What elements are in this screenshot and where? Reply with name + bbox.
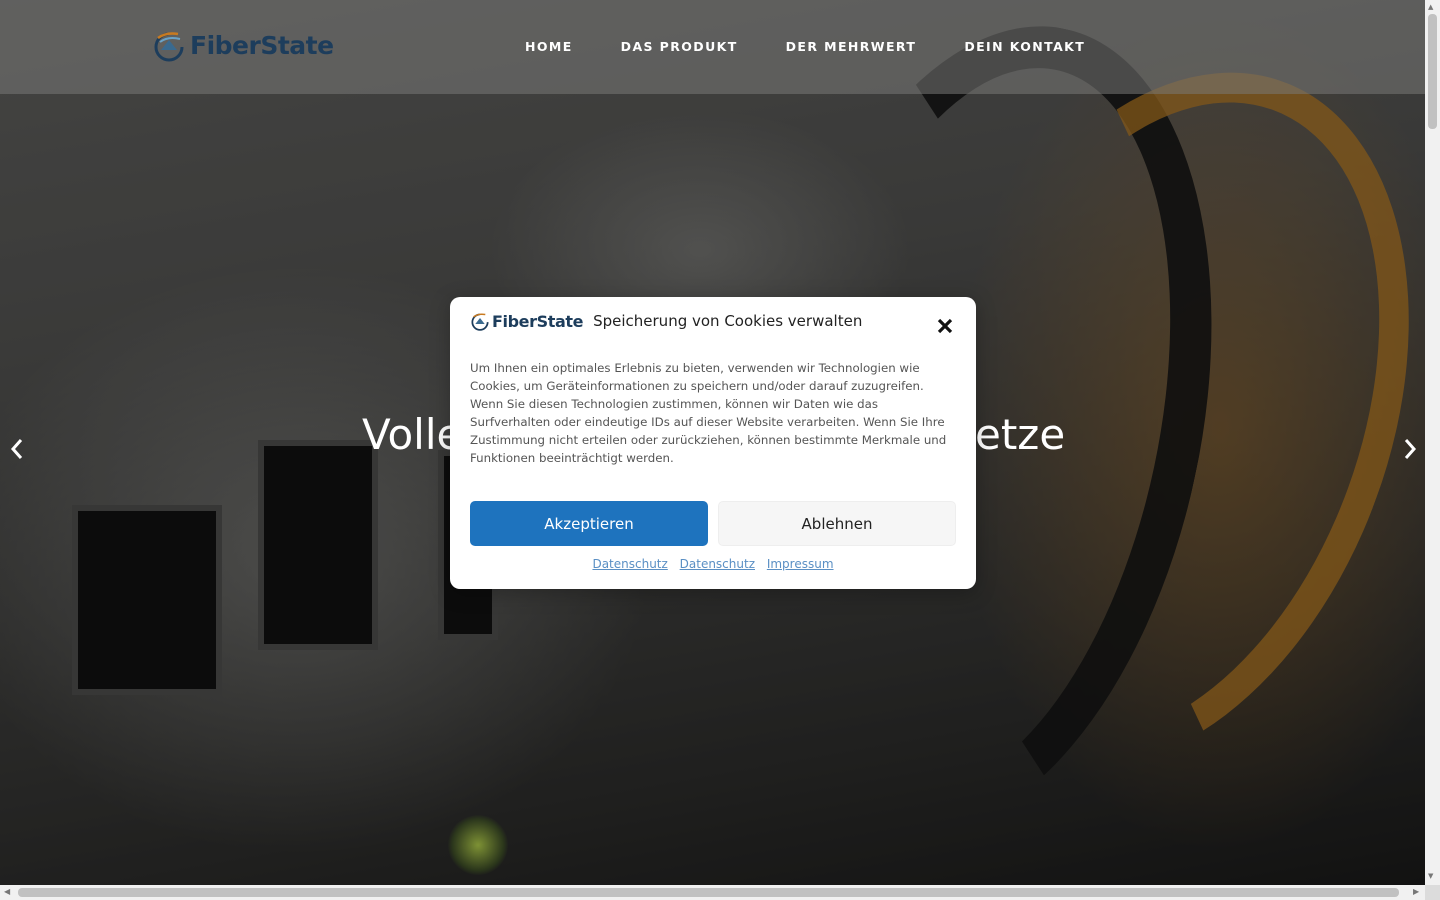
brand-name: FiberState	[190, 30, 334, 60]
accept-button[interactable]: Akzeptieren	[470, 501, 708, 546]
vertical-scroll-thumb[interactable]	[1428, 14, 1437, 129]
site-logo[interactable]: FiberState	[152, 28, 334, 62]
scroll-right-icon[interactable]: ▶	[1413, 887, 1419, 896]
hero-headline-right: etze	[975, 410, 1066, 459]
slider-next-button[interactable]	[1398, 436, 1422, 462]
fiberstate-logo-icon	[154, 32, 184, 62]
link-datenschutz-2[interactable]: Datenschutz	[680, 557, 755, 571]
close-icon	[937, 318, 953, 334]
hero-headline-left: Volle	[362, 410, 463, 459]
slider-prev-button[interactable]	[6, 436, 30, 462]
scrollbar-corner	[1425, 885, 1440, 900]
modal-links: Datenschutz Datenschutz Impressum	[450, 557, 976, 571]
main-nav: HOME DAS PRODUKT DER MEHRWERT DEIN KONTA…	[525, 39, 1133, 54]
vertical-scrollbar[interactable]: ▲ ▼	[1425, 0, 1440, 885]
scroll-down-icon[interactable]: ▼	[1428, 872, 1433, 880]
modal-header: FiberState Speicherung von Cookies verwa…	[470, 311, 862, 331]
horizontal-scroll-thumb[interactable]	[18, 888, 1399, 897]
fiberstate-logo-icon	[471, 313, 489, 331]
modal-brand-name: FiberState	[492, 311, 584, 331]
link-impressum[interactable]: Impressum	[767, 557, 834, 571]
modal-body-text: Um Ihnen ein optimales Erlebnis zu biete…	[470, 361, 947, 465]
close-button[interactable]	[934, 315, 956, 337]
chevron-right-icon	[1404, 439, 1417, 459]
link-datenschutz[interactable]: Datenschutz	[592, 557, 667, 571]
modal-title: Speicherung von Cookies verwalten	[593, 312, 863, 330]
modal-logo: FiberState	[470, 311, 583, 331]
nav-item-das-produkt[interactable]: DAS PRODUKT	[621, 39, 738, 54]
scroll-up-icon[interactable]: ▲	[1428, 3, 1433, 11]
site-header: FiberState HOME DAS PRODUKT DER MEHRWERT…	[0, 0, 1425, 94]
nav-item-der-mehrwert[interactable]: DER MEHRWERT	[786, 39, 917, 54]
decline-button[interactable]: Ablehnen	[718, 501, 956, 546]
scroll-left-icon[interactable]: ◀	[4, 887, 10, 896]
nav-item-home[interactable]: HOME	[525, 39, 573, 54]
horizontal-scrollbar[interactable]: ◀ ▶	[0, 885, 1425, 900]
nav-item-dein-kontakt[interactable]: DEIN KONTAKT	[964, 39, 1085, 54]
cookie-consent-modal: FiberState Speicherung von Cookies verwa…	[450, 297, 976, 589]
chevron-left-icon	[10, 439, 23, 459]
